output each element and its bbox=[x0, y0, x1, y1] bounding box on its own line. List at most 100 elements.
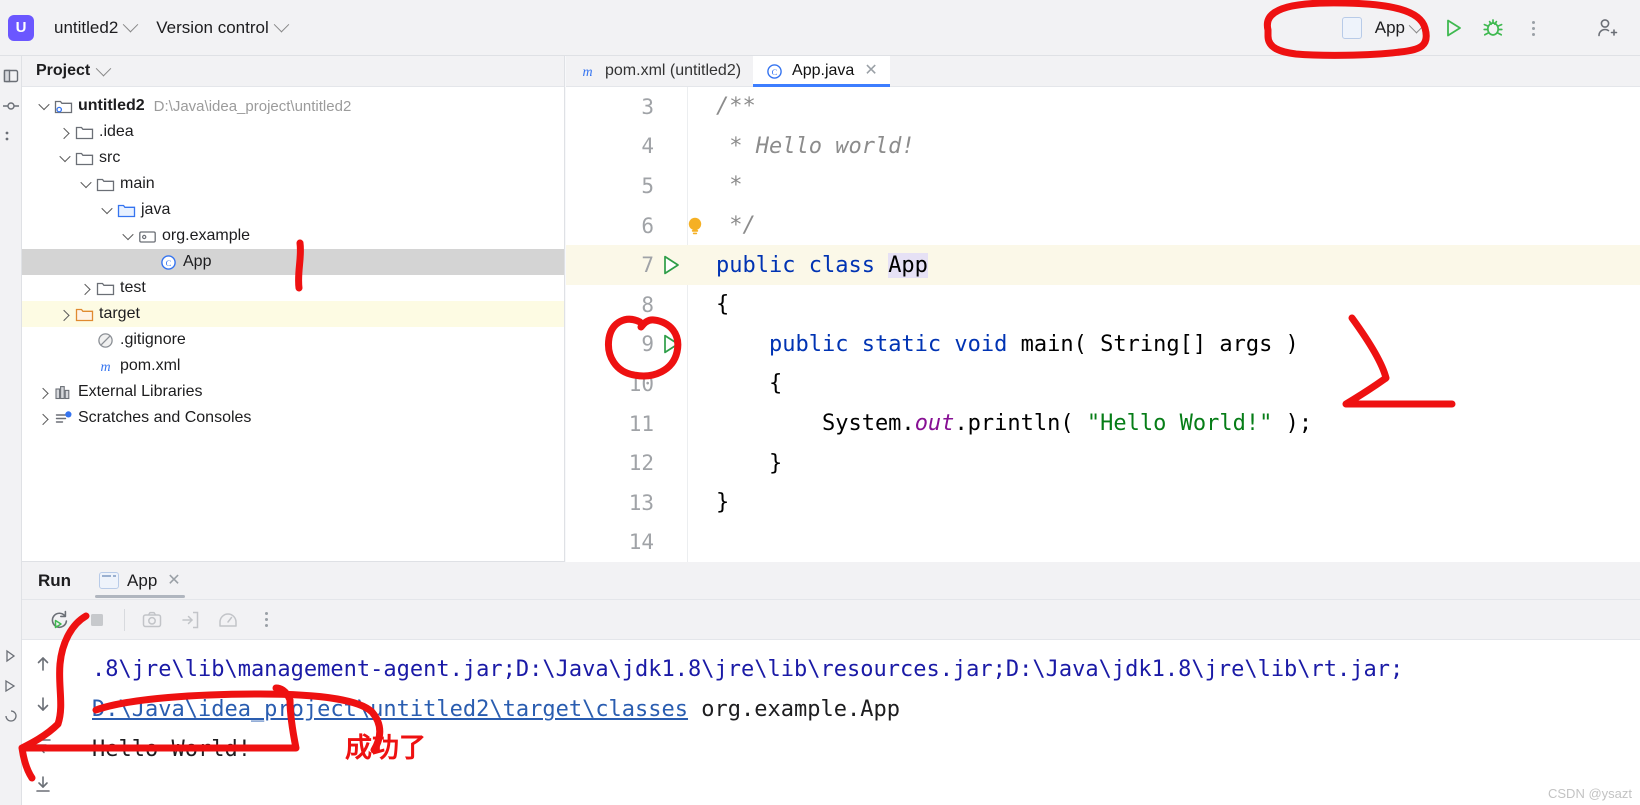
code-line[interactable]: 13} bbox=[566, 483, 1640, 523]
gutter-run-icon[interactable] bbox=[658, 331, 684, 357]
line-number: 11 bbox=[628, 411, 654, 436]
code-line[interactable]: 7 public class App bbox=[566, 245, 1640, 285]
tree-node-idea[interactable]: .idea bbox=[22, 119, 564, 145]
run-tab-app[interactable]: App ✕ bbox=[95, 562, 185, 600]
chevron-down-icon[interactable] bbox=[57, 150, 73, 166]
project-pane-header[interactable]: Project bbox=[22, 56, 564, 87]
tree-node-untitled2[interactable]: untitled2 D:\Java\idea_project\untitled2 bbox=[22, 93, 564, 119]
line-number: 10 bbox=[628, 371, 654, 396]
code-text: /** bbox=[688, 94, 756, 119]
tree-node-pom-xml[interactable]: m pom.xml bbox=[22, 353, 564, 379]
folder-icon bbox=[75, 126, 93, 139]
project-name-dropdown[interactable]: untitled2 bbox=[44, 14, 146, 42]
chevron-right-icon[interactable] bbox=[57, 124, 73, 140]
chevron-right-icon[interactable] bbox=[36, 384, 52, 400]
title-bar-left: U untitled2 Version control bbox=[0, 14, 297, 42]
folder-icon bbox=[74, 149, 94, 168]
console-line: .8\jre\lib\management-agent.jar;D:\Java\… bbox=[92, 650, 1640, 690]
gutter-slot[interactable] bbox=[654, 331, 688, 357]
close-icon[interactable]: ✕ bbox=[864, 63, 877, 79]
commit-tool-window-icon[interactable] bbox=[1, 96, 21, 116]
package-icon bbox=[137, 227, 157, 246]
chevron-down-icon[interactable] bbox=[36, 98, 52, 114]
soft-wrap-button[interactable] bbox=[31, 732, 55, 756]
library-icon bbox=[53, 383, 73, 402]
gutter-run-icon[interactable] bbox=[658, 252, 684, 278]
editor-area: m pom.xml (untitled2) C App.java ✕ 3 /** 4 * H… bbox=[566, 56, 1640, 562]
chevron-down-icon[interactable] bbox=[78, 176, 94, 192]
code-lines[interactable]: 3/** 4 * Hello world! 5 * 6 */7 public class… bbox=[566, 87, 1640, 562]
editor-tab-bar[interactable]: m pom.xml (untitled2) C App.java ✕ bbox=[566, 56, 1640, 87]
tree-node-gitignore[interactable]: .gitignore bbox=[22, 327, 564, 353]
code-token: .println( bbox=[954, 411, 1087, 437]
more-actions-button[interactable] bbox=[1514, 11, 1552, 45]
code-line[interactable]: 14 bbox=[566, 523, 1640, 562]
tree-node-test[interactable]: test bbox=[22, 275, 564, 301]
scroll-to-end-button[interactable] bbox=[31, 772, 55, 796]
tree-node-label: java bbox=[141, 201, 171, 218]
chevron-right-icon[interactable] bbox=[57, 306, 73, 322]
stop-button[interactable] bbox=[80, 604, 114, 636]
editor-tab-pom-xml[interactable]: m pom.xml (untitled2) bbox=[566, 56, 753, 86]
structure-tool-window-icon[interactable] bbox=[1, 126, 21, 146]
run-more-actions-button[interactable] bbox=[249, 604, 283, 636]
code-line[interactable]: 5 * bbox=[566, 166, 1640, 206]
run-configuration-selector[interactable]: App bbox=[1332, 13, 1432, 43]
close-icon[interactable]: ✕ bbox=[167, 572, 180, 589]
tree-node-org-example[interactable]: org.example bbox=[22, 223, 564, 249]
tree-node-java[interactable]: java bbox=[22, 197, 564, 223]
console-output[interactable]: .8\jre\lib\management-agent.jar;D:\Java\… bbox=[64, 640, 1640, 805]
run-button[interactable] bbox=[1434, 11, 1472, 45]
version-control-dropdown[interactable]: Version control bbox=[146, 14, 296, 42]
rerun-button[interactable] bbox=[42, 604, 76, 636]
screenshot-button[interactable] bbox=[135, 604, 169, 636]
tree-node-main[interactable]: main bbox=[22, 171, 564, 197]
console-line: Hello World! bbox=[92, 730, 1640, 770]
code-line[interactable]: 12 } bbox=[566, 443, 1640, 483]
intention-bulb[interactable] bbox=[684, 215, 706, 243]
debug-button[interactable] bbox=[1474, 11, 1512, 45]
excluded-folder-icon bbox=[74, 305, 94, 324]
code-token: } bbox=[716, 450, 783, 476]
chevron-right-icon[interactable] bbox=[36, 410, 52, 426]
class-icon: C bbox=[160, 254, 176, 270]
code-line[interactable]: 11 System.out.println( "Hello World!" ); bbox=[566, 404, 1640, 444]
code-token: "Hello World!" bbox=[1086, 411, 1273, 437]
code-line[interactable]: 8{ bbox=[566, 285, 1640, 325]
code-line[interactable]: 4 * Hello world! bbox=[566, 127, 1640, 167]
maven-icon: m bbox=[100, 360, 110, 375]
scroll-down-icon bbox=[37, 697, 49, 711]
code-line[interactable]: 6 */ bbox=[566, 206, 1640, 246]
code-line[interactable]: 9 public static void main( String[] args… bbox=[566, 325, 1640, 365]
project-tree[interactable]: untitled2 D:\Java\idea_project\untitled2.… bbox=[22, 87, 564, 431]
console-link[interactable]: D:\Java\idea_project\untitled2\target\cl… bbox=[92, 697, 688, 722]
profiler-button[interactable] bbox=[211, 604, 245, 636]
tree-node-external-libraries[interactable]: External Libraries bbox=[22, 379, 564, 405]
gutter-slot[interactable] bbox=[654, 252, 688, 278]
scroll-down-button[interactable] bbox=[31, 692, 55, 716]
line-number: 8 bbox=[641, 292, 654, 317]
share-project-button[interactable] bbox=[1588, 11, 1626, 45]
tree-node-src[interactable]: src bbox=[22, 145, 564, 171]
code-line[interactable]: 3 /** bbox=[566, 87, 1640, 127]
chevron-right-icon[interactable] bbox=[78, 280, 94, 296]
tree-node-scratches-and-consoles[interactable]: Scratches and Consoles bbox=[22, 405, 564, 431]
chevron-down-icon[interactable] bbox=[99, 202, 115, 218]
problems-tool-window-icon[interactable] bbox=[1, 706, 21, 726]
debug-tool-window-icon[interactable] bbox=[1, 676, 21, 696]
run-tool-window-icon[interactable] bbox=[1, 646, 21, 666]
code-line[interactable]: 10 { bbox=[566, 364, 1640, 404]
intention-bulb-icon[interactable] bbox=[684, 215, 706, 237]
code-editor[interactable]: 3/** 4 * Hello world! 5 * 6 */7 public class… bbox=[566, 87, 1640, 562]
class-icon: C bbox=[158, 253, 178, 272]
editor-tab-app-java[interactable]: C App.java ✕ bbox=[753, 56, 890, 87]
code-token: { bbox=[716, 371, 783, 397]
tree-node-label: External Libraries bbox=[78, 383, 203, 400]
tree-node-target[interactable]: target bbox=[22, 301, 564, 327]
tree-node-app[interactable]: C App bbox=[22, 249, 564, 275]
chevron-down-icon[interactable] bbox=[120, 228, 136, 244]
export-to-file-button[interactable] bbox=[173, 604, 207, 636]
project-tool-window-icon[interactable] bbox=[1, 66, 21, 86]
scroll-up-button[interactable] bbox=[31, 652, 55, 676]
add-user-icon bbox=[1598, 19, 1618, 37]
